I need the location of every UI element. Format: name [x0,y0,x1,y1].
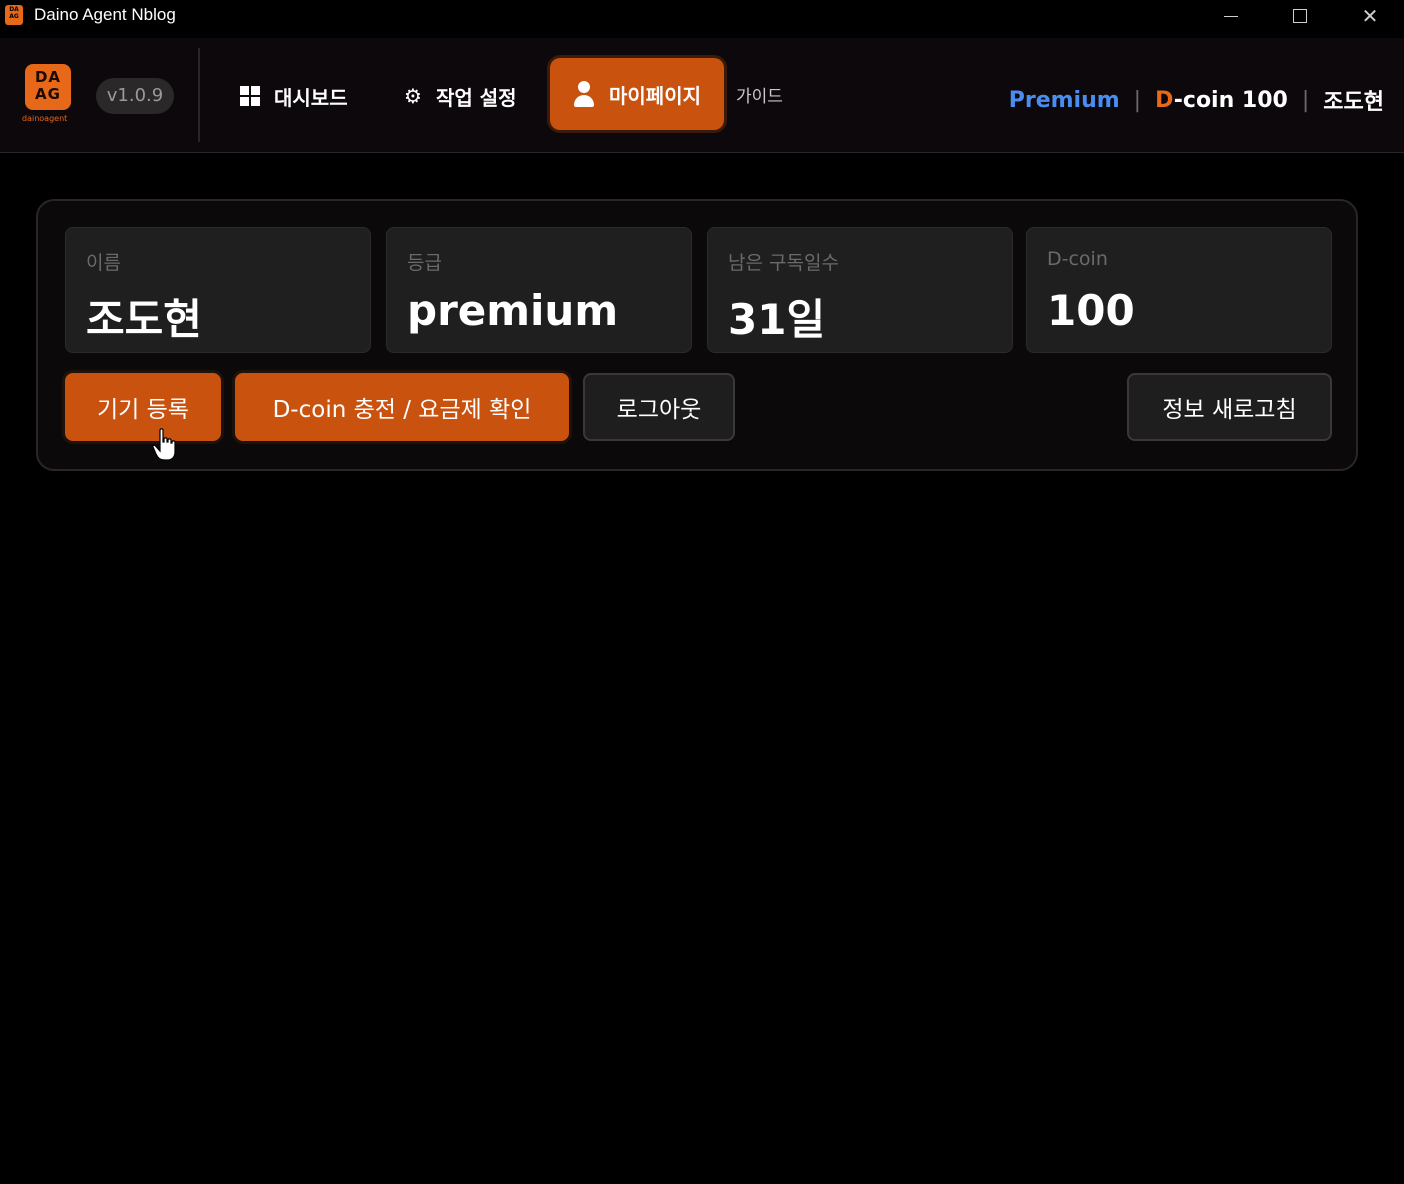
user-icon [573,81,595,107]
minimize-icon [1224,15,1238,17]
dcoin-value: 100 [1047,286,1135,335]
nav-dashboard-label: 대시보드 [274,85,348,110]
grade-label: 등급 [407,252,442,274]
plan-status: Premium [1008,87,1120,113]
remaining-days-label: 남은 구독일수 [728,252,839,274]
version-badge: v1.0.9 [96,78,174,114]
app-icon: DA AG [5,5,23,25]
gear-icon: ⚙ [404,84,422,108]
nav-guide[interactable]: 가이드 [736,82,783,107]
header-divider [198,48,200,142]
name-box: 이름 조도현 [65,227,371,353]
app-header: DA AG dainoagent v1.0.9 대시보드 ⚙ 작업 설정 마이페이… [0,38,1404,153]
remaining-days-value: 31일 [728,295,826,344]
nav-mypage[interactable]: 마이페이지 [550,58,724,130]
status-separator: | [1301,87,1310,113]
maximize-icon [1293,9,1307,23]
grade-value: premium [407,286,619,335]
logo-subtext: dainoagent [22,114,68,123]
nav-task-settings-label: 작업 설정 [435,85,517,110]
window-titlebar: DA AG Daino Agent Nblog ✕ [0,0,1404,38]
remaining-days-box: 남은 구독일수 31일 [707,227,1013,353]
user-status: 조도현 [1323,90,1384,115]
grid-icon [240,86,260,106]
register-device-button[interactable]: 기기 등록 [65,373,221,441]
status-separator: | [1133,87,1142,113]
account-status: Premium | D-coin 100 | 조도현 [1009,84,1384,116]
close-icon: ✕ [1361,4,1379,28]
dcoin-status: D-coin 100 [1155,87,1288,113]
dcoin-box: D-coin 100 [1026,227,1332,353]
refresh-info-button[interactable]: 정보 새로고침 [1127,373,1332,441]
nav-task-settings[interactable]: ⚙ 작업 설정 [404,78,517,114]
logo[interactable]: DA AG [25,64,71,110]
minimize-button[interactable] [1196,0,1266,32]
charge-dcoin-button[interactable]: D-coin 충전 / 요금제 확인 [235,373,569,441]
profile-card: 이름 조도현 등급 premium 남은 구독일수 31일 D-coin 100… [36,199,1358,471]
name-value: 조도현 [86,295,202,344]
hand-cursor-icon [152,428,176,461]
window-title: Daino Agent Nblog [34,5,176,24]
nav-dashboard[interactable]: 대시보드 [240,78,348,114]
dcoin-label: D-coin [1047,248,1108,270]
name-label: 이름 [86,252,121,274]
nav-mypage-label: 마이페이지 [609,83,701,108]
close-button[interactable]: ✕ [1335,0,1404,32]
logout-button[interactable]: 로그아웃 [583,373,735,441]
maximize-button[interactable] [1265,0,1335,32]
grade-box: 등급 premium [386,227,692,353]
